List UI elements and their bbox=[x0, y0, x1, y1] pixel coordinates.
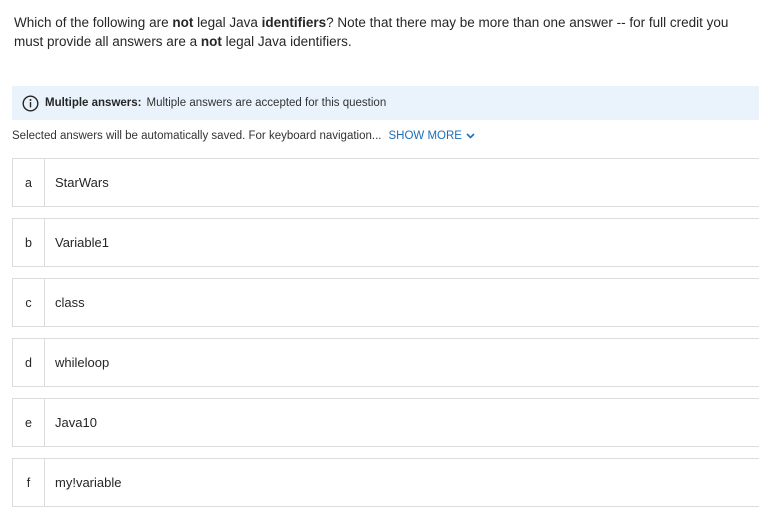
option-letter: d bbox=[13, 339, 45, 386]
question-part: Which of the following are bbox=[14, 15, 173, 30]
answer-option-a[interactable]: a StarWars bbox=[12, 158, 759, 207]
multiple-answers-banner: Multiple answers: Multiple answers are a… bbox=[12, 86, 759, 120]
chevron-down-icon bbox=[466, 133, 475, 139]
option-letter: a bbox=[13, 159, 45, 206]
question-part: legal Java identifiers. bbox=[221, 34, 352, 49]
question-emphasis: not bbox=[172, 15, 194, 30]
answer-option-f[interactable]: f my!variable bbox=[12, 458, 759, 507]
autosave-text: Selected answers will be automatically s… bbox=[12, 130, 382, 142]
answer-option-d[interactable]: d whileloop bbox=[12, 338, 759, 387]
option-letter: b bbox=[13, 219, 45, 266]
option-text: my!variable bbox=[55, 475, 122, 490]
question-text: Which of the following are not legal Jav… bbox=[14, 13, 749, 51]
question-emphasis: identifiers bbox=[261, 15, 327, 30]
option-text: Java10 bbox=[55, 415, 97, 430]
option-text: whileloop bbox=[55, 355, 110, 370]
option-text: StarWars bbox=[55, 175, 109, 190]
option-letter: c bbox=[13, 279, 45, 326]
answer-option-c[interactable]: c class bbox=[12, 278, 759, 327]
option-letter: f bbox=[13, 459, 45, 506]
answer-option-e[interactable]: e Java10 bbox=[12, 398, 759, 447]
question-emphasis: not bbox=[200, 34, 222, 49]
answer-option-b[interactable]: b Variable1 bbox=[12, 218, 759, 267]
option-text: Variable1 bbox=[55, 235, 109, 250]
info-icon bbox=[22, 94, 39, 112]
show-more-label: SHOW MORE bbox=[388, 130, 462, 142]
option-letter: e bbox=[13, 399, 45, 446]
option-text: class bbox=[55, 295, 85, 310]
show-more-link[interactable]: SHOW MORE bbox=[388, 130, 475, 142]
banner-text: Multiple answers are accepted for this q… bbox=[146, 97, 387, 109]
autosave-notice: Selected answers will be automatically s… bbox=[12, 130, 475, 142]
question-part: legal Java bbox=[193, 15, 262, 30]
banner-title: Multiple answers: bbox=[45, 97, 142, 109]
